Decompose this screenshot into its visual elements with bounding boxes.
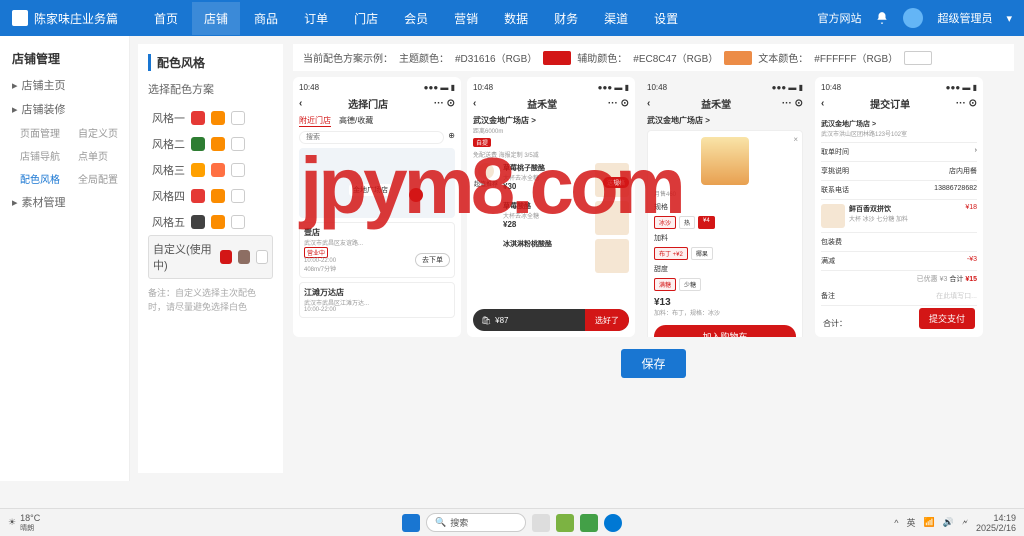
preview-phone-3: 10:48●●● ▬ ▮ ‹益禾堂··· ⊙ 武汉金地广场店 > × 月售460…: [641, 77, 809, 337]
chevron-down-icon[interactable]: ▾: [1006, 12, 1012, 25]
taskbar: ☀18°C晴朗 🔍搜索 ^ 英 📶 🔊 🗲 14:192025/2/16: [0, 508, 1024, 536]
app-icon[interactable]: [556, 514, 574, 532]
scheme-风格一[interactable]: 风格一: [148, 105, 273, 131]
nav-首页[interactable]: 首页: [142, 2, 190, 35]
order-button[interactable]: 去下单: [415, 253, 450, 267]
add-cart-button[interactable]: 加入购物车: [654, 325, 796, 337]
nav-财务[interactable]: 财务: [542, 2, 590, 35]
app-icon[interactable]: [532, 514, 550, 532]
color-bar: 当前配色方案示例： 主题颜色：#D31616（RGB） 辅助颜色：#EC8C47…: [293, 44, 1014, 71]
nav-渠道[interactable]: 渠道: [592, 2, 640, 35]
tray-battery-icon[interactable]: 🗲: [962, 517, 968, 528]
target-icon[interactable]: ⊕: [448, 131, 455, 144]
text-swatch: [904, 51, 932, 65]
scheme-自定义[interactable]: 自定义(使用中): [148, 235, 273, 279]
scheme-风格五[interactable]: 风格五: [148, 209, 273, 235]
aux-swatch: [724, 51, 752, 65]
tray-ime-icon[interactable]: 英: [907, 516, 916, 529]
scheme-label: 选择配色方案: [148, 81, 273, 97]
nav-商品[interactable]: 商品: [242, 2, 290, 35]
save-button[interactable]: 保存: [621, 349, 685, 378]
preview-phone-2: 10:48●●● ▬ ▮ ‹益禾堂··· ⊙ 武汉金地广场店 > 距离6000m…: [467, 77, 635, 337]
search-input[interactable]: [299, 131, 444, 144]
scheme-note: 备注：自定义选择主次配色时，请尽量避免选择白色: [148, 287, 273, 314]
close-icon[interactable]: ×: [793, 135, 798, 144]
sidebar-item[interactable]: 页面管理自定义页: [0, 121, 129, 144]
map-pin-icon: [409, 188, 423, 202]
edge-icon[interactable]: [604, 514, 622, 532]
nav-会员[interactable]: 会员: [392, 2, 440, 35]
sidebar-item[interactable]: 店铺导航点单页: [0, 144, 129, 167]
sidebar-group[interactable]: ▸ 店铺装修: [0, 97, 129, 121]
tray-chevron-icon[interactable]: ^: [894, 518, 898, 528]
sidebar-group[interactable]: ▸ 素材管理: [0, 190, 129, 214]
checkout-button[interactable]: 选好了: [585, 309, 629, 331]
theme-swatch: [543, 51, 571, 65]
sidebar-title: 店铺管理: [0, 44, 129, 73]
nav-设置[interactable]: 设置: [642, 2, 690, 35]
submit-pay-button[interactable]: 提交支付: [919, 308, 975, 329]
scheme-风格四[interactable]: 风格四: [148, 183, 273, 209]
app-icon[interactable]: [580, 514, 598, 532]
nav-营销[interactable]: 营销: [442, 2, 490, 35]
nav-门店[interactable]: 门店: [342, 2, 390, 35]
preview-phone-1: 10:48●●● ▬ ▮ ‹选择门店··· ⊙ 附近门店高德/收藏 ⊕ 金地广场…: [293, 77, 461, 337]
top-nav: 首页店铺商品订单门店会员营销数据财务渠道设置: [142, 2, 690, 35]
windows-icon[interactable]: [402, 514, 420, 532]
page-title: 配色风格: [148, 54, 273, 71]
sidebar-group[interactable]: ▸ 店铺主页: [0, 73, 129, 97]
nav-店铺[interactable]: 店铺: [192, 2, 240, 35]
nav-数据[interactable]: 数据: [492, 2, 540, 35]
scheme-风格二[interactable]: 风格二: [148, 131, 273, 157]
app-logo: 陈家味庄业务篇: [12, 10, 118, 27]
avatar[interactable]: [903, 8, 923, 28]
nav-订单[interactable]: 订单: [292, 2, 340, 35]
tray-volume-icon[interactable]: 🔊: [943, 517, 954, 528]
taskbar-search[interactable]: 🔍搜索: [426, 513, 526, 532]
official-site-link[interactable]: 官方网站: [817, 10, 861, 26]
bell-icon[interactable]: [875, 11, 889, 25]
preview-phone-4: 10:48●●● ▬ ▮ ‹提交订单··· ⊙ 武汉金地广场店 >武汉市洪山区团…: [815, 77, 983, 337]
scheme-风格三[interactable]: 风格三: [148, 157, 273, 183]
user-role: 超级管理员: [937, 10, 992, 26]
sidebar-item[interactable]: 配色风格全局配置: [0, 167, 129, 190]
tray-wifi-icon[interactable]: 📶: [924, 517, 935, 528]
